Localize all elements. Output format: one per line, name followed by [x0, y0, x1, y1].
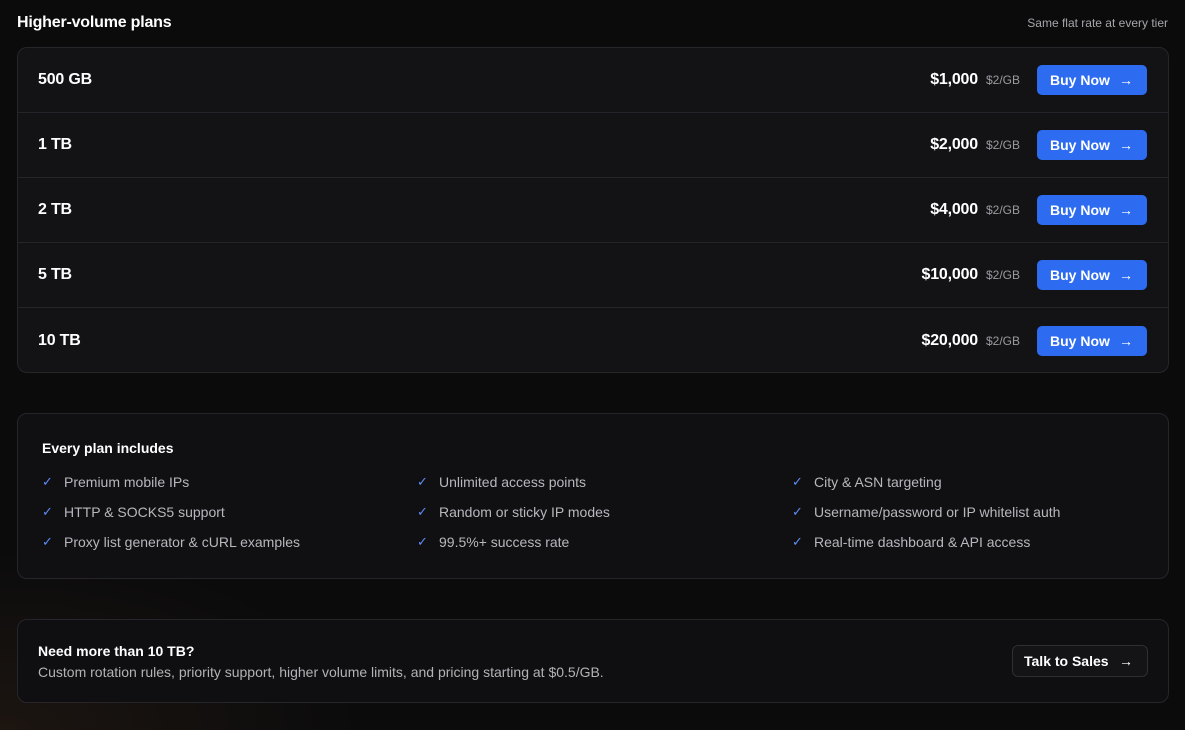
feature-item: ✓ Real-time dashboard & API access [792, 533, 1144, 551]
plan-row: 10 TB $20,000 $2/GB Buy Now → [18, 308, 1168, 372]
check-icon: ✓ [792, 534, 803, 549]
plans-table: 500 GB $1,000 $2/GB Buy Now → 1 TB $2,00… [17, 47, 1169, 373]
feature-label: Username/password or IP whitelist auth [814, 504, 1061, 520]
feature-item: ✓ Unlimited access points [417, 473, 792, 491]
arrow-right-icon: → [1119, 72, 1133, 88]
arrow-right-icon: → [1119, 332, 1133, 349]
plan-size: 2 TB [38, 201, 72, 218]
plan-row: 500 GB $1,000 $2/GB Buy Now → [18, 48, 1168, 113]
plan-price: $2,000 [930, 136, 978, 153]
plan-row: 5 TB $10,000 $2/GB Buy Now → [18, 243, 1168, 308]
feature-item: ✓ Username/password or IP whitelist auth [792, 503, 1144, 521]
plan-size: 5 TB [38, 266, 72, 283]
check-icon: ✓ [42, 504, 53, 519]
plan-rate: $2/GB [985, 73, 1020, 87]
plan-price: $4,000 [930, 201, 978, 218]
includes-title: Every plan includes [42, 440, 174, 456]
feature-item: ✓ Proxy list generator & cURL examples [42, 533, 417, 551]
buy-now-label: Buy Now [1050, 267, 1110, 283]
sales-text: Need more than 10 TB? Custom rotation ru… [38, 643, 604, 680]
plan-includes-card: Every plan includes ✓ Premium mobile IPs … [17, 413, 1169, 579]
buy-now-label: Buy Now [1050, 202, 1110, 218]
talk-to-sales-label: Talk to Sales [1024, 653, 1109, 669]
plan-size: 10 TB [38, 331, 81, 349]
buy-now-button[interactable]: Buy Now → [1037, 325, 1147, 356]
plan-rate: $2/GB [985, 138, 1020, 152]
feature-label: Real-time dashboard & API access [814, 534, 1031, 550]
feature-label: HTTP & SOCKS5 support [64, 504, 225, 520]
check-icon: ✓ [792, 474, 803, 489]
feature-item: ✓ City & ASN targeting [792, 473, 1144, 491]
plan-rate: $2/GB [985, 333, 1020, 348]
sales-description: Custom rotation rules, priority support,… [38, 663, 604, 680]
buy-now-button[interactable]: Buy Now → [1037, 130, 1147, 160]
section-title: Higher-volume plans [17, 14, 172, 31]
buy-now-label: Buy Now [1050, 137, 1110, 153]
buy-now-button[interactable]: Buy Now → [1037, 260, 1147, 290]
check-icon: ✓ [417, 474, 428, 489]
buy-now-button[interactable]: Buy Now → [1037, 65, 1147, 95]
check-icon: ✓ [42, 534, 53, 549]
feature-label: Unlimited access points [439, 474, 587, 490]
arrow-right-icon: → [1119, 137, 1133, 153]
feature-label: Premium mobile IPs [64, 474, 190, 490]
buy-now-label: Buy Now [1050, 332, 1110, 349]
check-icon: ✓ [417, 534, 428, 549]
check-icon: ✓ [417, 504, 428, 519]
talk-to-sales-button[interactable]: Talk to Sales → [1012, 645, 1148, 677]
feature-label: Proxy list generator & cURL examples [64, 534, 301, 550]
arrow-right-icon: → [1119, 653, 1133, 669]
plan-rate: $2/GB [985, 203, 1020, 217]
section-note: Same flat rate at every tier [1027, 16, 1168, 30]
check-icon: ✓ [42, 474, 53, 489]
arrow-right-icon: → [1119, 202, 1133, 218]
plan-size: 500 GB [38, 71, 92, 88]
buy-now-label: Buy Now [1050, 72, 1110, 88]
section-header: Higher-volume plans Same flat rate at ev… [17, 12, 1168, 34]
plan-row: 1 TB $2,000 $2/GB Buy Now → [18, 113, 1168, 178]
plan-price: $20,000 [921, 331, 979, 349]
feature-label: 99.5%+ success rate [439, 534, 570, 550]
plan-row: 2 TB $4,000 $2/GB Buy Now → [18, 178, 1168, 243]
plan-size: 1 TB [38, 136, 72, 153]
feature-label: Random or sticky IP modes [439, 504, 610, 520]
feature-item: ✓ Premium mobile IPs [42, 473, 417, 491]
sales-title: Need more than 10 TB? [38, 642, 195, 659]
feature-list: ✓ Premium mobile IPs ✓ Unlimited access po… [42, 473, 1144, 551]
check-icon: ✓ [792, 504, 803, 519]
feature-item: ✓ Random or sticky IP modes [417, 503, 792, 521]
feature-item: ✓ HTTP & SOCKS5 support [42, 503, 417, 521]
plan-rate: $2/GB [985, 268, 1020, 282]
plan-price: $1,000 [930, 71, 978, 88]
buy-now-button[interactable]: Buy Now → [1037, 195, 1147, 225]
feature-item: ✓ 99.5%+ success rate [417, 533, 792, 551]
enterprise-sales-card: Need more than 10 TB? Custom rotation ru… [17, 619, 1169, 703]
arrow-right-icon: → [1119, 267, 1133, 283]
feature-label: City & ASN targeting [814, 474, 942, 490]
plan-price: $10,000 [921, 266, 979, 283]
